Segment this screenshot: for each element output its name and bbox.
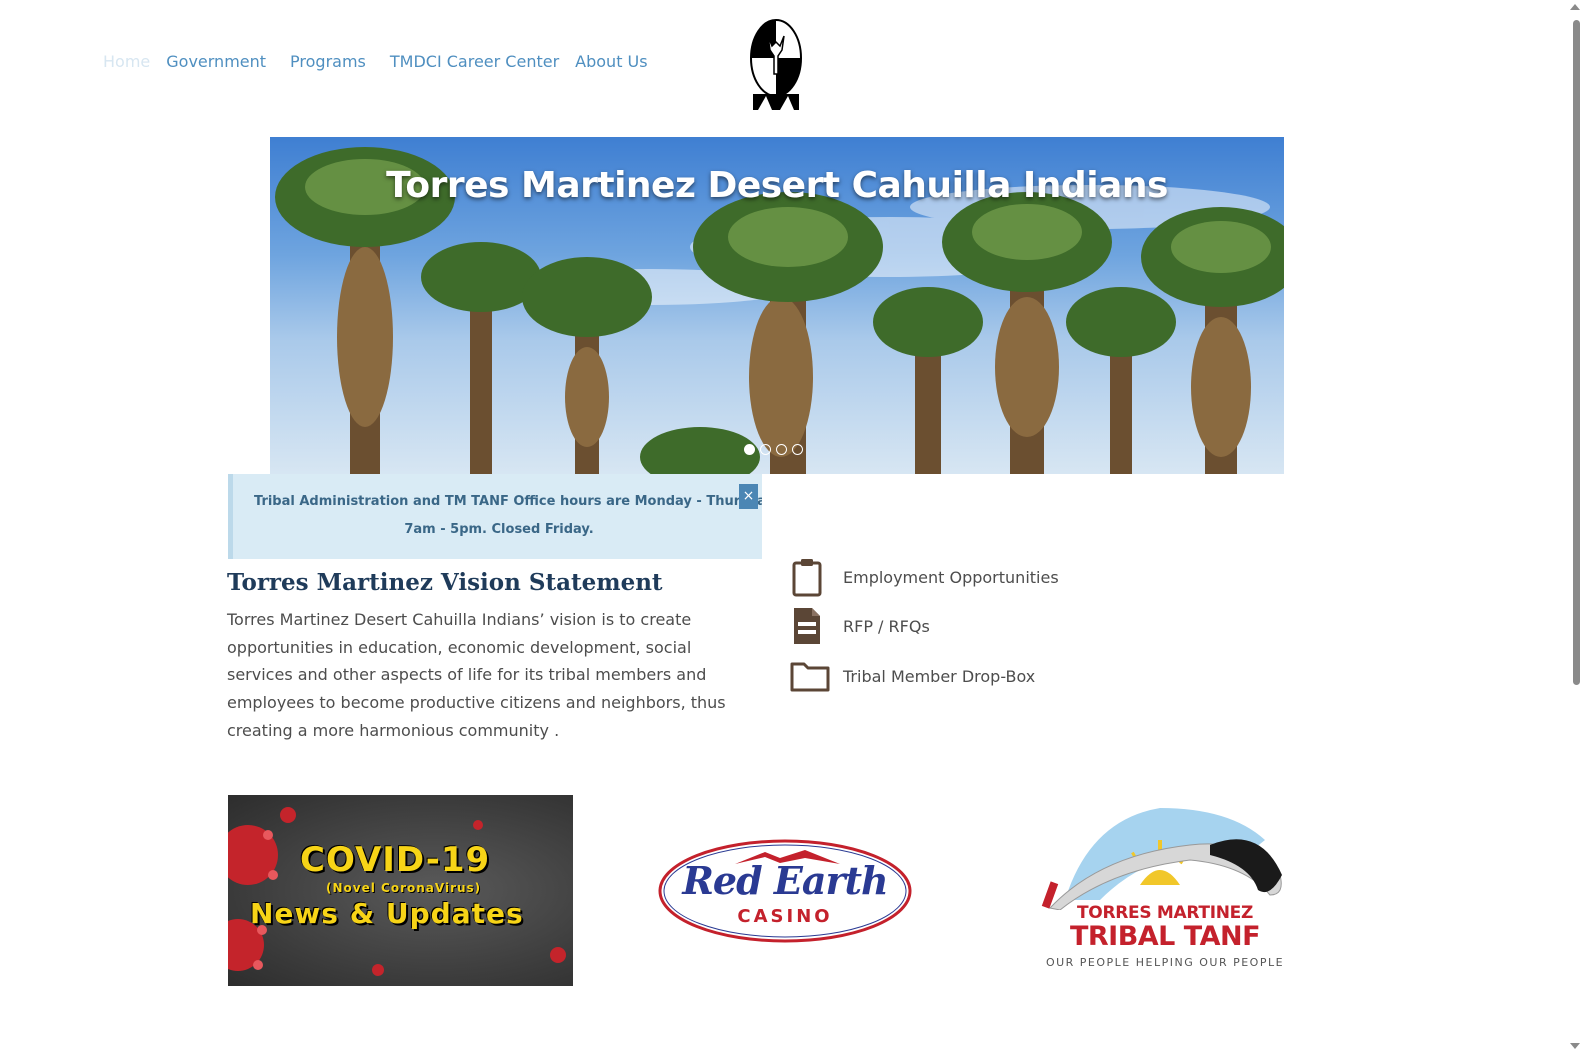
carousel-dots [744,444,803,455]
hero-title: Torres Martinez Desert Cahuilla Indians [386,165,1168,206]
nav-home[interactable]: Home [103,52,150,71]
red-earth-script: Red Earth [682,858,888,903]
carousel-dot-4[interactable] [792,444,803,455]
quick-link-employment[interactable]: Employment Opportunities [790,557,1059,597]
quick-link-label: RFP / RFQs [843,616,930,636]
feather-sun-icon [1041,808,1282,910]
tanf-tagline: OUR PEOPLE HELPING OUR PEOPLE [1045,956,1285,969]
page-scrollbar[interactable] [1567,0,1584,1053]
scroll-down-arrow-icon[interactable] [1570,1043,1580,1049]
notice-line-1: Tribal Administration and TM TANF Office… [254,494,762,509]
carousel-dot-2[interactable] [760,444,771,455]
deer-emblem-icon [750,19,802,110]
vision-body: Torres Martinez Desert Cahuilla Indians’… [227,610,726,740]
covid-subtitle: (Novel CoronaVirus) [326,881,482,895]
vision-title: Torres Martinez Vision Statement [227,569,663,596]
casino-word: CASINO [737,906,833,927]
nav-government[interactable]: Government [166,52,266,71]
document-icon [794,608,820,644]
tanf-line-1: TORRES MARTINEZ [1077,903,1253,923]
red-earth-casino-logo[interactable]: Red Earth CASINO [655,836,915,946]
quick-link-drop-box[interactable]: Tribal Member Drop-Box [790,656,1035,696]
main-nav: Home Government Programs TMDCI Career Ce… [103,52,672,71]
tribal-logo[interactable] [748,16,804,112]
hero-carousel[interactable]: Torres Martinez Desert Cahuilla Indians [270,137,1284,474]
nav-career-center[interactable]: TMDCI Career Center [390,52,559,71]
notice-close-button[interactable]: × [739,484,758,509]
notice-text: Tribal Administration and TM TANF Office… [249,488,762,544]
nav-about-us[interactable]: About Us [575,52,647,71]
covid-news: News & Updates [250,897,524,930]
quick-link-label: Tribal Member Drop-Box [843,666,1036,686]
office-hours-notice: Tribal Administration and TM TANF Office… [228,474,762,559]
covid-updates-banner[interactable]: COVID-19 (Novel CoronaVirus) News & Upda… [228,795,573,986]
tribal-tanf-logo[interactable]: TORRES MARTINEZ TRIBAL TANF OUR PEOPLE H… [1030,800,1300,975]
nav-programs[interactable]: Programs [290,52,366,71]
covid-title: COVID-19 [300,840,491,880]
tanf-line-2: TRIBAL TANF [1069,921,1261,952]
carousel-dot-1[interactable] [744,444,755,455]
carousel-dot-3[interactable] [776,444,787,455]
quick-link-rfp[interactable]: RFP / RFQs [790,606,930,646]
quick-link-label: Employment Opportunities [843,567,1059,587]
scroll-up-arrow-icon[interactable] [1570,4,1580,10]
scrollbar-thumb[interactable] [1573,20,1580,685]
clipboard-icon [792,559,822,597]
folder-icon [790,662,830,692]
notice-line-2: 7am - 5pm. Closed Friday. [404,522,594,537]
